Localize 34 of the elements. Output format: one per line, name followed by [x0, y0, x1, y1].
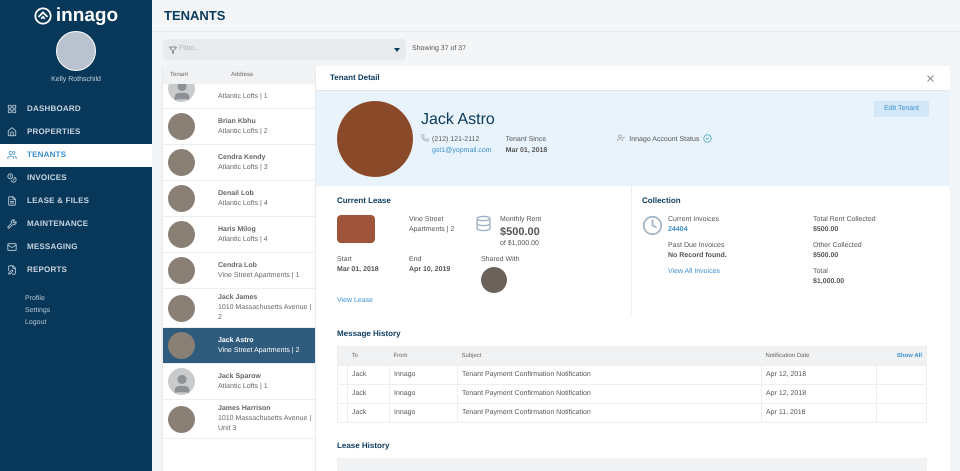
nav-icon: [7, 196, 17, 206]
nav-icon: [7, 127, 17, 137]
page-title: TENANTS: [164, 6, 226, 25]
section-title: Current Lease: [337, 196, 392, 206]
nav-icon: [7, 173, 17, 183]
caret-icon: [394, 48, 400, 52]
nav-item[interactable]: MESSAGING: [0, 236, 152, 258]
phone-icon: [421, 134, 429, 142]
rent-amount: $500.00: [500, 225, 541, 239]
nav-item[interactable]: DASHBOARD: [0, 98, 152, 120]
photo-placeholder: [337, 215, 375, 243]
photo-placeholder: [56, 31, 96, 71]
tenant-full-name: Jack Astro: [421, 110, 496, 130]
section-title: Lease History: [337, 440, 390, 452]
nav-item[interactable]: TENANTS: [0, 144, 152, 166]
nav-item[interactable]: INVOICES: [0, 166, 152, 190]
nav-icon: [7, 150, 17, 160]
nav-icon: [7, 104, 17, 114]
nav-icon: [7, 242, 17, 252]
nav-item[interactable]: MAINTENANCE: [0, 212, 152, 236]
nav-item[interactable]: LEASE & FILES: [0, 190, 152, 212]
nav-icon: [7, 219, 17, 229]
clock-icon: [642, 215, 663, 236]
panel-title: Tenant Detail: [330, 72, 380, 84]
photo-placeholder: [481, 267, 507, 293]
section-title: Collection: [642, 196, 682, 206]
nav-item[interactable]: REPORTS: [0, 258, 152, 282]
brand-logo-text: innago: [56, 6, 118, 25]
close-icon[interactable]: [925, 72, 936, 84]
section-title: Message History: [337, 328, 402, 340]
nav-icon: [7, 265, 17, 275]
user-icon: [617, 134, 626, 142]
filter-icon: [169, 46, 177, 54]
nav-item[interactable]: PROPERTIES: [0, 120, 152, 144]
